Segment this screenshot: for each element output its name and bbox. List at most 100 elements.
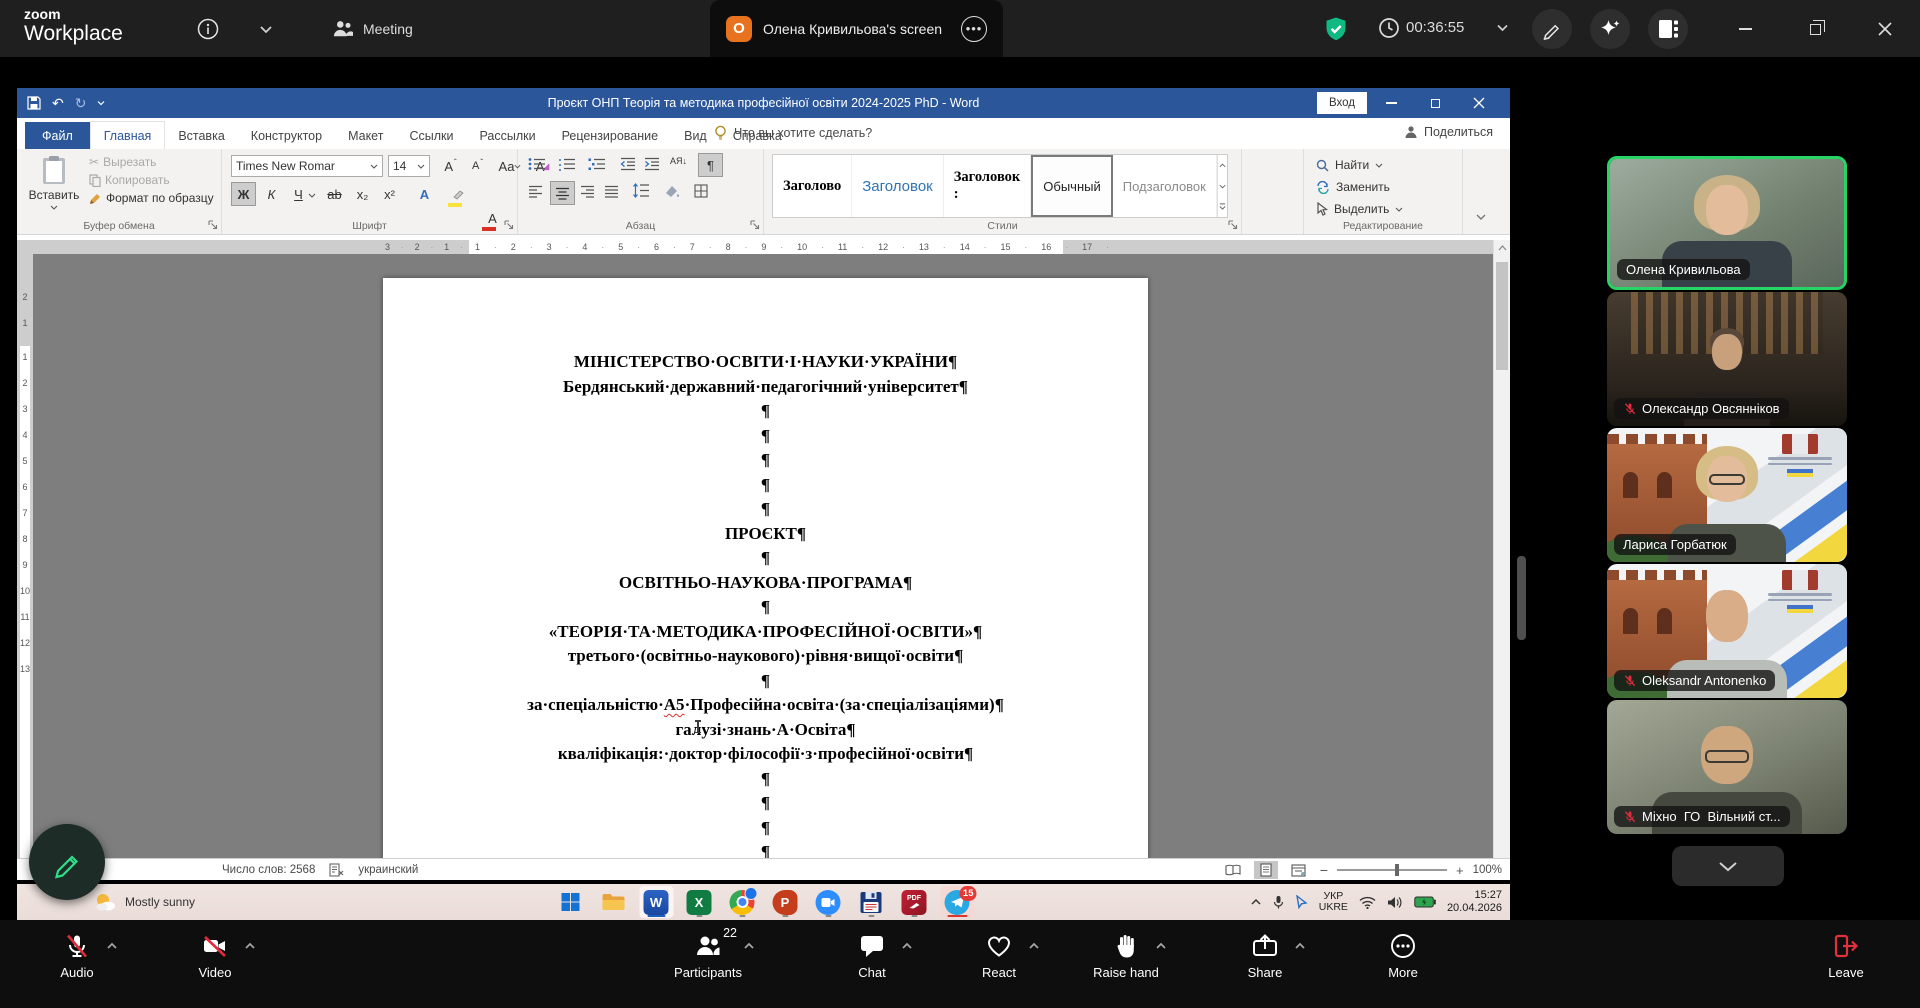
- zoom-level[interactable]: 100%: [1473, 864, 1502, 876]
- italic-button[interactable]: К: [259, 182, 284, 206]
- participant-video[interactable]: Міхно ГО Вільний ст...: [1607, 700, 1847, 834]
- styles-scroll-down[interactable]: [1218, 176, 1227, 197]
- more-button[interactable]: More: [1348, 920, 1458, 1008]
- start-button[interactable]: [553, 886, 587, 918]
- react-options-caret[interactable]: [1028, 930, 1040, 950]
- dialog-launcher-icon[interactable]: [750, 220, 760, 230]
- styles-more-button[interactable]: [1218, 196, 1227, 217]
- scrollbar-thumb[interactable]: [1496, 262, 1508, 370]
- bullets-icon[interactable]: [528, 157, 546, 171]
- proofing-icon[interactable]: [329, 863, 344, 877]
- styles-scroll-up[interactable]: [1218, 155, 1227, 176]
- horizontal-ruler[interactable]: 3·2·1· 1·2·3·4·5·6·7·8·9·10·11·12·13·14·…: [17, 240, 1493, 254]
- replace-button[interactable]: Заменить: [1316, 177, 1390, 197]
- participant-video[interactable]: Oleksandr Antonenko: [1607, 564, 1847, 698]
- audio-button[interactable]: Audio: [22, 920, 132, 1008]
- select-button[interactable]: Выделить: [1316, 199, 1403, 219]
- ribbon-tab-Конструктор[interactable]: Конструктор: [238, 122, 335, 149]
- sidebar-scroll-down-button[interactable]: [1672, 846, 1784, 886]
- subscript-button[interactable]: x₂: [350, 182, 375, 206]
- ribbon-tab-Рецензирование[interactable]: Рецензирование: [549, 122, 672, 149]
- view-dropdown-button[interactable]: [246, 9, 286, 49]
- dialog-launcher-icon[interactable]: [208, 220, 218, 230]
- battery-icon[interactable]: [1414, 896, 1436, 908]
- react-button[interactable]: React: [944, 920, 1054, 1008]
- minimize-button[interactable]: [1728, 12, 1762, 46]
- word-scrollbar[interactable]: [1493, 240, 1510, 858]
- print-layout-button[interactable]: [1254, 861, 1278, 879]
- zoom-slider[interactable]: [1337, 869, 1447, 871]
- participant-video[interactable]: Олександр Овсянніков: [1607, 292, 1847, 426]
- participant-video[interactable]: Олена Кривильова: [1607, 156, 1847, 290]
- ribbon-tab-Главная[interactable]: Главная: [90, 121, 166, 150]
- share-document-button[interactable]: Поделиться: [1404, 125, 1493, 139]
- tray-chevron-up-icon[interactable]: [1250, 898, 1262, 906]
- audio-options-caret[interactable]: [106, 930, 118, 950]
- align-left-icon[interactable]: [528, 185, 543, 198]
- align-center-button[interactable]: [550, 181, 575, 205]
- undo-icon[interactable]: ↶: [52, 95, 64, 112]
- font-size-select[interactable]: 14: [388, 155, 430, 177]
- taskbar-pdf-button[interactable]: PDF: [897, 886, 931, 918]
- restore-button[interactable]: [1798, 12, 1832, 46]
- grow-font-button[interactable]: Аˆ: [438, 154, 463, 178]
- scroll-up-icon[interactable]: [1498, 245, 1507, 251]
- tray-clock[interactable]: 15:27 20.04.2026: [1447, 889, 1502, 915]
- ribbon-tab-Файл[interactable]: Файл: [25, 122, 90, 149]
- borders-icon[interactable]: [694, 184, 709, 198]
- shading-icon[interactable]: [664, 184, 680, 198]
- tab-options-icon[interactable]: •••: [961, 16, 987, 42]
- underline-options-icon[interactable]: [308, 193, 316, 198]
- zoom-slider-thumb[interactable]: [1395, 864, 1399, 876]
- ai-companion-button[interactable]: [1590, 9, 1630, 49]
- taskbar-zoom-button[interactable]: [811, 886, 845, 918]
- word-restore-button[interactable]: [1413, 88, 1457, 118]
- tab-shared-screen[interactable]: O Олена Кривильова's screen •••: [710, 0, 1003, 57]
- taskbar-chrome-button[interactable]: [725, 886, 759, 918]
- video-button[interactable]: Video: [160, 920, 270, 1008]
- decrease-indent-icon[interactable]: [620, 157, 636, 171]
- chat-options-caret[interactable]: [901, 930, 913, 950]
- text-effects-button[interactable]: А: [412, 182, 437, 206]
- speaker-icon[interactable]: [1387, 896, 1403, 909]
- qat-customize-icon[interactable]: [97, 100, 105, 106]
- copy-button[interactable]: Копировать: [89, 173, 214, 187]
- find-button[interactable]: Найти: [1316, 155, 1383, 175]
- language-switcher[interactable]: УКР UKRE: [1319, 891, 1348, 913]
- ribbon-tab-Вид[interactable]: Вид: [671, 122, 720, 149]
- increase-indent-icon[interactable]: [644, 157, 660, 171]
- word-titlebar[interactable]: ↶ ↻ Проєкт ОНП Теорія та методика профес…: [17, 88, 1510, 118]
- highlight-button[interactable]: [446, 182, 471, 206]
- file-explorer-button[interactable]: [596, 886, 630, 918]
- show-marks-button[interactable]: ¶: [698, 153, 723, 177]
- word-close-button[interactable]: [1457, 88, 1501, 118]
- cut-button[interactable]: ✂Вырезать: [89, 155, 214, 169]
- participants-button[interactable]: 22 Participants: [653, 920, 763, 1008]
- annotation-pen-button[interactable]: [29, 824, 105, 900]
- sort-button[interactable]: АЯ↓: [670, 156, 687, 166]
- read-mode-button[interactable]: [1221, 861, 1245, 879]
- taskbar-floppy-app-button[interactable]: [854, 886, 888, 918]
- panel-layout-button[interactable]: [1648, 9, 1688, 49]
- justify-icon[interactable]: [604, 185, 619, 198]
- shrink-font-button[interactable]: Аˇ: [465, 154, 490, 178]
- raise-hand-options-caret[interactable]: [1155, 930, 1167, 950]
- tray-mic-icon[interactable]: [1273, 895, 1284, 910]
- ribbon-tab-Ссылки[interactable]: Ссылки: [396, 122, 466, 149]
- font-name-select[interactable]: Times New Romar: [231, 155, 383, 177]
- ribbon-tab-Вставка[interactable]: Вставка: [165, 122, 237, 149]
- dialog-launcher-icon[interactable]: [504, 220, 514, 230]
- security-shield-icon[interactable]: [1322, 15, 1350, 43]
- tray-pen-icon[interactable]: [1295, 895, 1308, 909]
- strikethrough-button[interactable]: ab: [322, 182, 347, 206]
- multilevel-list-icon[interactable]: [588, 157, 606, 171]
- bold-button[interactable]: Ж: [231, 182, 256, 206]
- style-item[interactable]: Обычный: [1031, 155, 1112, 217]
- collapse-ribbon-icon[interactable]: [1475, 213, 1487, 221]
- zoom-out-button[interactable]: −: [1320, 862, 1328, 878]
- signin-button[interactable]: Вход: [1317, 92, 1367, 114]
- superscript-button[interactable]: x²: [377, 182, 402, 206]
- taskbar-telegram-button[interactable]: 15: [940, 886, 974, 918]
- document-canvas[interactable]: МІНІСТЕРСТВО·ОСВІТИ·І·НАУКИ·УКРАЇНИ¶Берд…: [33, 254, 1493, 858]
- taskbar-powerpoint-button[interactable]: P: [768, 886, 802, 918]
